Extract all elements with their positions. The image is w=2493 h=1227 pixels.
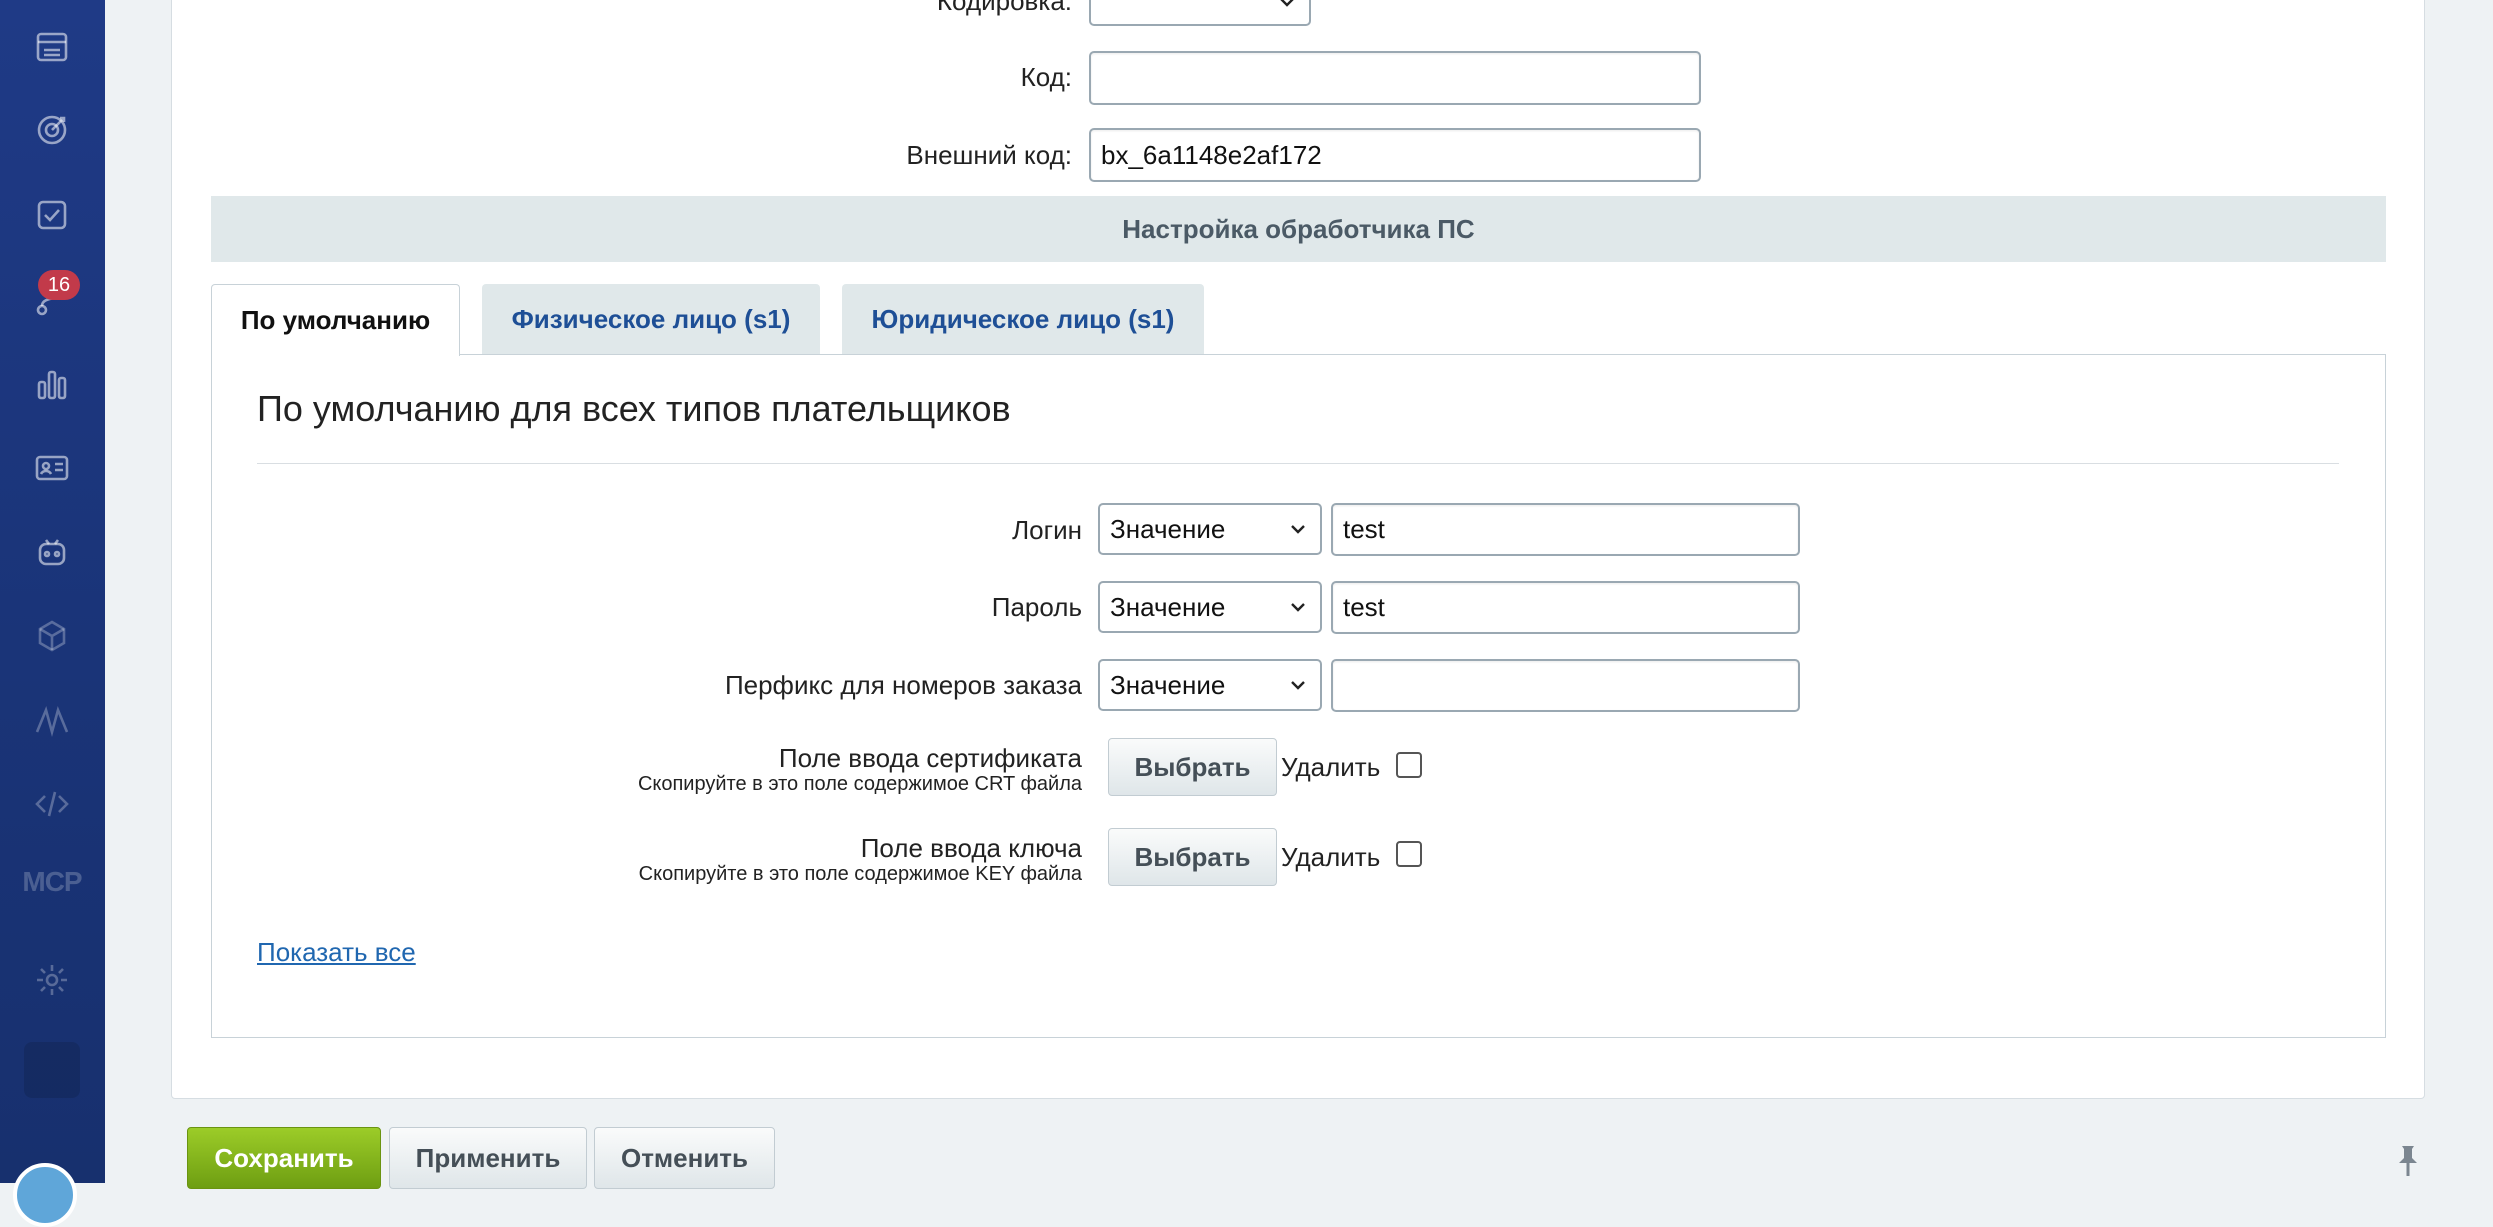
left-sidebar: 16 MCP: [0, 0, 105, 1227]
login-label: Логин: [1012, 515, 1082, 545]
login-type-value: Значение: [1110, 513, 1226, 544]
key-hint: Скопируйте в это поле содержимое KEY фай…: [638, 863, 1082, 885]
chevron-down-icon: [1291, 525, 1305, 534]
login-input[interactable]: [1331, 503, 1800, 556]
mcp-label[interactable]: MCP: [20, 866, 84, 898]
key-delete-label: Удалить: [1281, 842, 1381, 872]
sidebar-collapse-button[interactable]: [24, 1042, 80, 1098]
contact-card-icon[interactable]: [22, 438, 82, 498]
gear-icon[interactable]: [22, 950, 82, 1010]
order-prefix-type-value: Значение: [1110, 669, 1226, 700]
save-button[interactable]: Сохранить: [187, 1127, 381, 1189]
content-title: По умолчанию для всех типов плательщиков: [257, 388, 1011, 429]
code-icon[interactable]: [22, 774, 82, 834]
task-check-icon[interactable]: [22, 185, 82, 245]
robot-icon[interactable]: [22, 522, 82, 582]
cube-icon[interactable]: [22, 606, 82, 666]
bar-chart-icon[interactable]: [22, 354, 82, 414]
chevron-down-icon: [1291, 603, 1305, 612]
notification-badge: 16: [38, 270, 80, 300]
chevron-down-icon: [1280, 0, 1294, 7]
apply-button[interactable]: Применить: [389, 1127, 587, 1189]
certificate-delete-checkbox[interactable]: [1396, 752, 1422, 778]
signature-icon[interactable]: [22, 690, 82, 750]
key-delete-checkbox[interactable]: [1396, 841, 1422, 867]
target-icon[interactable]: [22, 100, 82, 160]
store-icon[interactable]: [22, 16, 82, 76]
section-header: Настройка обработчика ПС: [211, 196, 2386, 262]
pin-icon[interactable]: [2390, 1142, 2426, 1178]
external-code-label: Внешний код:: [906, 140, 1072, 170]
certificate-select-button[interactable]: Выбрать: [1108, 738, 1277, 796]
key-label: Поле ввода ключа: [860, 833, 1082, 863]
code-label: Код:: [1020, 62, 1072, 92]
certificate-hint: Скопируйте в это поле содержимое CRT фай…: [637, 773, 1082, 795]
certificate-label: Поле ввода сертификата: [778, 743, 1082, 773]
divider: [257, 463, 2339, 464]
tab-default[interactable]: По умолчанию: [211, 284, 460, 356]
avatar[interactable]: [13, 1163, 77, 1227]
password-input[interactable]: [1331, 581, 1800, 634]
password-type-select[interactable]: Значение: [1098, 581, 1322, 633]
key-select-button[interactable]: Выбрать: [1108, 828, 1277, 886]
cancel-button[interactable]: Отменить: [594, 1127, 775, 1189]
order-prefix-input[interactable]: [1331, 659, 1800, 712]
encoding-label: Кодировка:: [936, 0, 1072, 16]
login-type-select[interactable]: Значение: [1098, 503, 1322, 555]
tab-individual[interactable]: Физическое лицо (s1): [482, 284, 820, 354]
tab-legal-entity[interactable]: Юридическое лицо (s1): [842, 284, 1204, 354]
certificate-delete-label: Удалить: [1281, 752, 1381, 782]
password-label: Пароль: [991, 592, 1082, 622]
show-all-link[interactable]: Показать все: [257, 937, 416, 968]
code-input[interactable]: [1089, 51, 1701, 105]
order-prefix-type-select[interactable]: Значение: [1098, 659, 1322, 711]
password-type-value: Значение: [1110, 591, 1226, 622]
encoding-select[interactable]: [1089, 0, 1311, 26]
external-code-input[interactable]: [1089, 128, 1701, 182]
chevron-down-icon: [1291, 681, 1305, 690]
order-prefix-label: Перфикс для номеров заказа: [724, 670, 1082, 700]
